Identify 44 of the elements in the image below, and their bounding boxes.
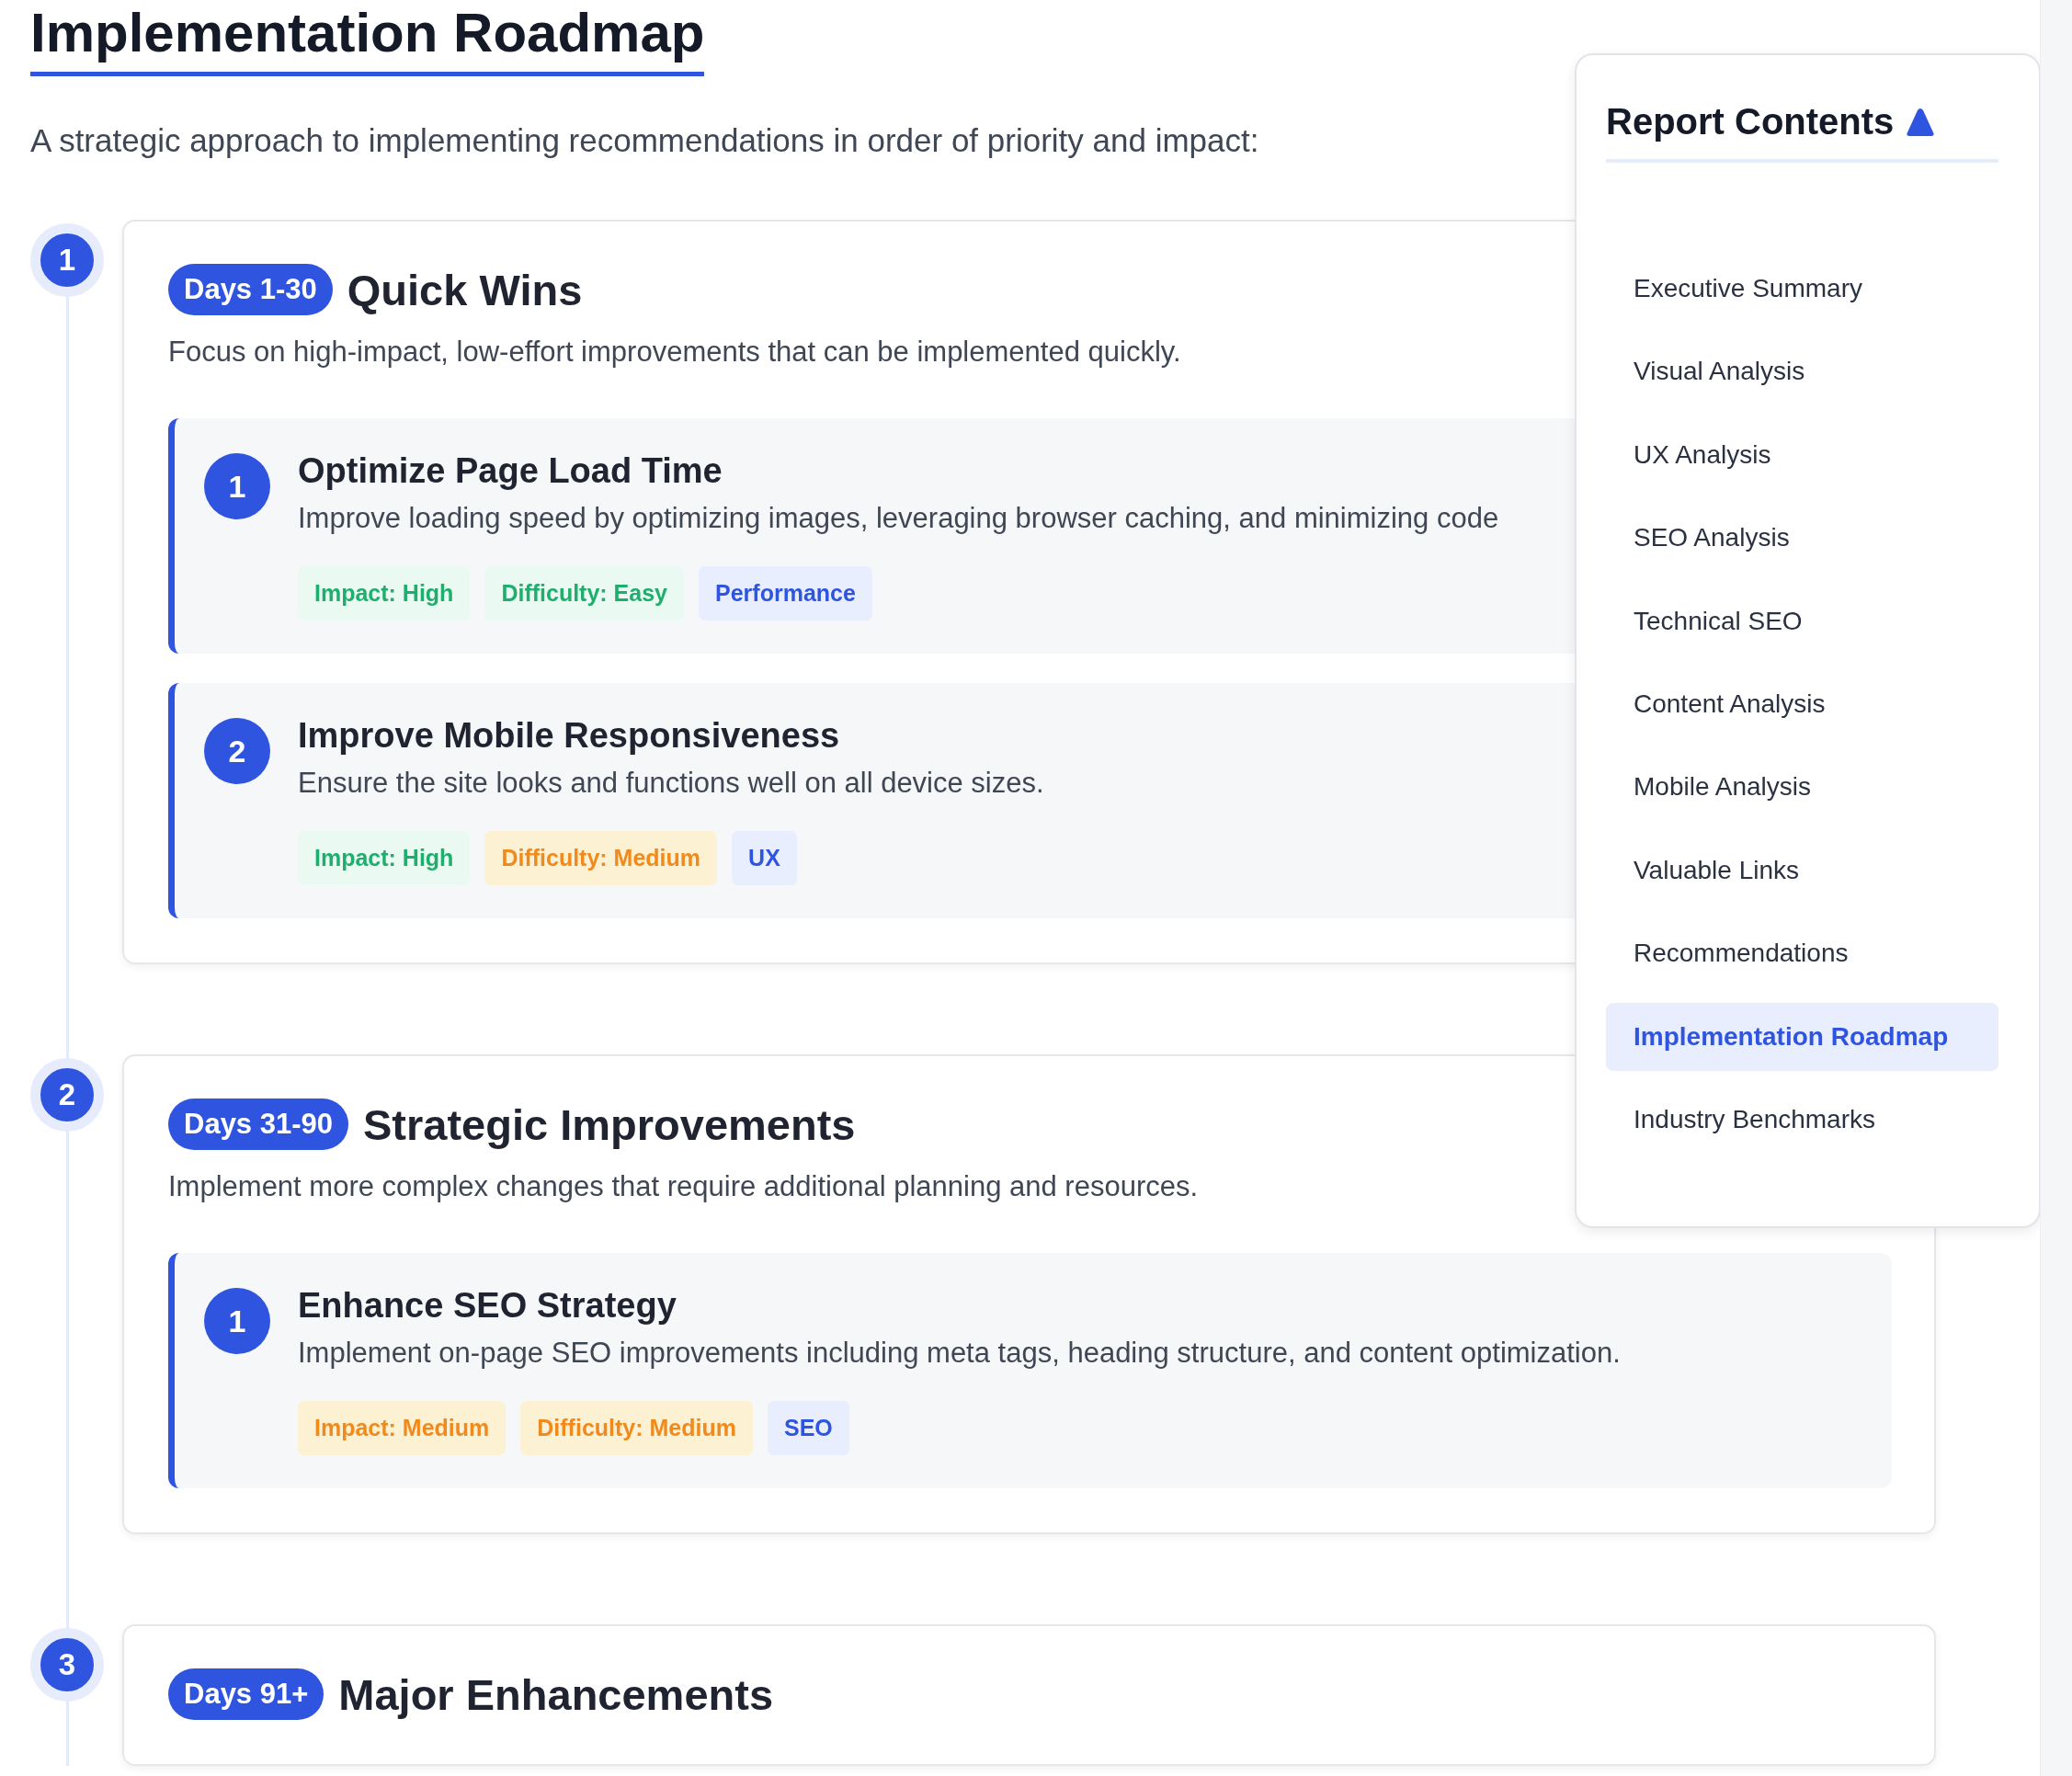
phase-title: Quick Wins: [347, 264, 583, 315]
panel-title: Report Contents: [1606, 101, 1895, 142]
triangle-icon[interactable]: [1907, 107, 1935, 137]
tag: Difficulty: Medium: [484, 831, 718, 885]
contents-link[interactable]: Valuable Links: [1606, 836, 1998, 905]
task-description: Implement on-page SEO improvements including meta tags, heading structure, and content optimization.: [298, 1337, 1621, 1370]
contents-link[interactable]: Industry Benchmarks: [1606, 1085, 1998, 1155]
contents-link[interactable]: Recommendations: [1606, 919, 1998, 988]
page-title: Implementation Roadmap: [30, 0, 705, 76]
task-description: Ensure the site looks and functions well on all device sizes.: [298, 767, 1044, 800]
days-badge: Days 1-30: [168, 264, 333, 315]
contents-link[interactable]: SEO Analysis: [1606, 504, 1998, 573]
tag: Impact: High: [298, 566, 471, 620]
contents-link[interactable]: Content Analysis: [1606, 669, 1998, 739]
task-number: 1: [204, 1288, 270, 1354]
task-number: 2: [204, 718, 270, 784]
task-title: Enhance SEO Strategy: [298, 1286, 677, 1326]
tag: UX: [732, 831, 797, 885]
contents-link[interactable]: Mobile Analysis: [1606, 753, 1998, 822]
contents-link[interactable]: UX Analysis: [1606, 420, 1998, 490]
task-number: 1: [204, 453, 270, 519]
days-badge: Days 91+: [168, 1668, 324, 1720]
contents-link[interactable]: Implementation Roadmap: [1606, 1002, 1998, 1071]
tag: SEO: [767, 1401, 849, 1455]
task-description: Improve loading speed by optimizing images, leveraging browser caching, and minimizing code: [298, 502, 1499, 535]
phase-description: Focus on high-impact, low-effort improvements that can be implemented quickly.: [168, 336, 1181, 369]
contents-link[interactable]: Executive Summary: [1606, 255, 1998, 324]
phase-title: Major Enhancements: [338, 1668, 774, 1720]
tag: Difficulty: Easy: [484, 566, 684, 620]
tag: Difficulty: Medium: [520, 1401, 753, 1455]
phase-number: 1: [30, 223, 104, 297]
contents-link[interactable]: Visual Analysis: [1606, 337, 1998, 406]
phase-number: 2: [30, 1058, 104, 1132]
phase-description: Implement more complex changes that require additional planning and resources.: [168, 1170, 1199, 1203]
tag: Impact: High: [298, 831, 471, 885]
task-title: Improve Mobile Responsiveness: [298, 716, 840, 756]
tag: Performance: [699, 566, 872, 620]
intro-text: A strategic approach to implementing recommendations in order of priority and impact:: [30, 122, 1259, 159]
phase-title: Strategic Improvements: [363, 1099, 856, 1150]
days-badge: Days 31-90: [168, 1099, 348, 1150]
phase-number: 3: [30, 1628, 104, 1702]
contents-link[interactable]: Technical SEO: [1606, 586, 1998, 655]
tag: Impact: Medium: [298, 1401, 507, 1455]
task-title: Optimize Page Load Time: [298, 451, 723, 491]
